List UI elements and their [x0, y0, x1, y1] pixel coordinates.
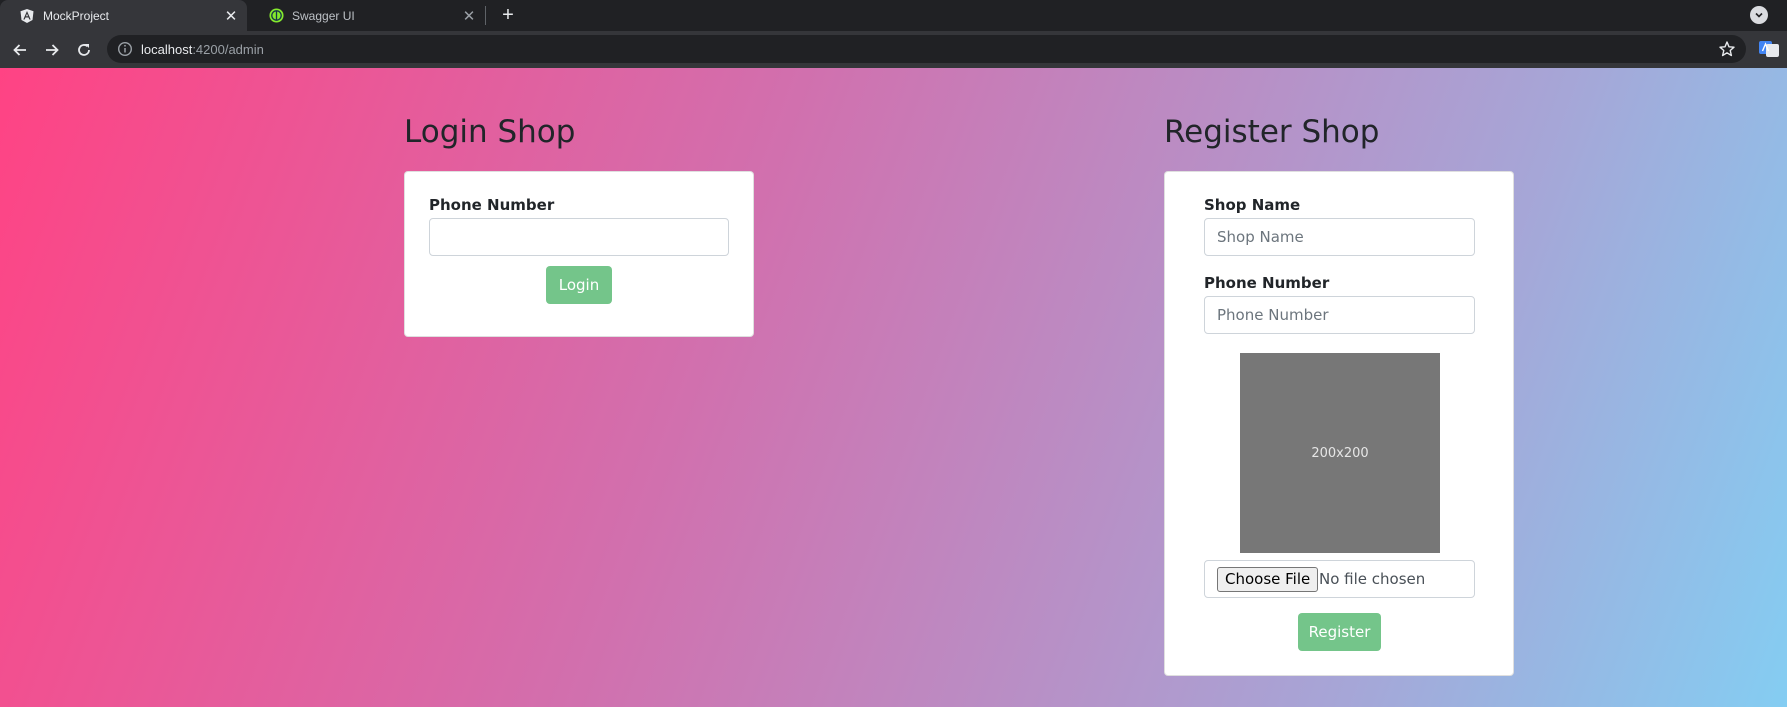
register-heading: Register Shop: [1164, 114, 1380, 150]
new-tab-icon[interactable]: +: [497, 5, 519, 27]
choose-file-button[interactable]: Choose File: [1217, 567, 1319, 592]
close-tab-icon[interactable]: ✕: [221, 6, 241, 26]
tab-search-icon[interactable]: [1750, 6, 1768, 24]
tab-separator: [485, 6, 486, 25]
url-path: :4200/admin: [192, 42, 264, 57]
back-icon[interactable]: [8, 38, 32, 62]
angular-icon: [19, 8, 35, 24]
tab-swagger[interactable]: Swagger UI ✕: [249, 0, 485, 31]
login-phone-label: Phone Number: [429, 196, 555, 214]
close-tab-icon[interactable]: ✕: [459, 6, 479, 26]
register-phone-input[interactable]: [1204, 296, 1475, 334]
tab-title: MockProject: [43, 8, 110, 23]
tab-mockproject[interactable]: MockProject ✕: [0, 0, 247, 31]
browser-toolbar: localhost:4200/admin: [0, 31, 1787, 68]
url-text: localhost:4200/admin: [141, 42, 264, 57]
file-input[interactable]: Choose File No file chosen: [1204, 560, 1475, 598]
register-card: Shop Name Phone Number 200x200 Choose Fi…: [1164, 171, 1514, 676]
login-card: Phone Number Login: [404, 171, 754, 337]
register-button[interactable]: Register: [1298, 613, 1381, 651]
info-icon[interactable]: [117, 41, 133, 57]
login-heading: Login Shop: [404, 114, 576, 150]
register-phone-label: Phone Number: [1204, 274, 1330, 292]
bookmark-star-icon[interactable]: [1718, 40, 1736, 58]
file-status-text: No file chosen: [1319, 570, 1426, 588]
shop-name-input[interactable]: [1204, 218, 1475, 256]
shop-name-label: Shop Name: [1204, 196, 1301, 214]
url-host: localhost: [141, 42, 193, 57]
tab-title: Swagger UI: [292, 8, 355, 23]
forward-icon[interactable]: [40, 38, 64, 62]
browser-tabstrip: MockProject ✕ Swagger UI ✕ +: [0, 0, 1787, 31]
login-phone-input[interactable]: [429, 218, 729, 256]
image-placeholder-text: 200x200: [1311, 445, 1369, 461]
swagger-icon: [268, 8, 284, 24]
shop-image-preview: 200x200: [1240, 353, 1440, 553]
page-body: Login Shop Phone Number Login Register S…: [0, 68, 1787, 707]
reload-icon[interactable]: [72, 38, 96, 62]
translate-extension-icon[interactable]: [1759, 40, 1779, 58]
login-button[interactable]: Login: [546, 266, 612, 304]
address-bar[interactable]: localhost:4200/admin: [107, 35, 1746, 63]
